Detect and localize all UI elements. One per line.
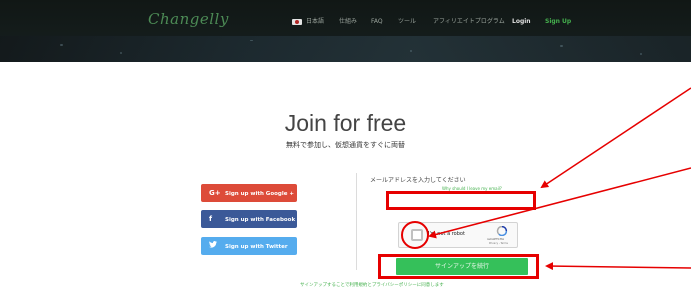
twitter-signup-button[interactable]: Sign up with Twitter [201, 237, 297, 255]
recaptcha-terms[interactable]: Privacy - Terms [489, 242, 508, 245]
header-decoration [410, 50, 412, 52]
header-decoration [560, 45, 563, 47]
annotation-box-email [386, 191, 536, 210]
header-decoration [640, 53, 642, 55]
annotation-arrow-email [540, 87, 691, 189]
terms-text[interactable]: サインアップすることで利用規約とプライバシーポリシーに同意します [300, 282, 444, 288]
site-logo[interactable]: Changelly [148, 10, 229, 28]
annotation-arrow-submit [545, 262, 691, 271]
nav-language-label: 日本語 [306, 18, 325, 25]
google-signup-button[interactable]: G+ Sign up with Google + [201, 184, 297, 202]
page-subtitle: 無料で参加し、仮想通貨をすぐに両替 [286, 141, 405, 149]
signup-submit-button[interactable]: サインアップを続行 [396, 258, 528, 275]
nav-affiliate[interactable]: アフィリエイトプログラム [433, 16, 505, 28]
header-background-band [0, 36, 691, 62]
page-title: Join for free [284, 110, 407, 136]
nav-faq[interactable]: FAQ [371, 16, 383, 28]
header-decoration [250, 40, 253, 41]
recaptcha-logo-icon [496, 226, 508, 236]
japan-flag-icon [292, 18, 302, 25]
nav-signup[interactable]: Sign Up [545, 16, 571, 28]
nav-how-it-works[interactable]: 仕組み [339, 16, 357, 28]
facebook-icon: f [209, 215, 213, 223]
nav-language[interactable]: 日本語 [292, 16, 324, 28]
nav-login[interactable]: Login [512, 16, 531, 28]
facebook-signup-button[interactable]: f Sign up with Facebook [201, 210, 297, 228]
email-label: メールアドレスを入力してください [370, 177, 466, 184]
vertical-divider [356, 173, 357, 270]
facebook-signup-label: Sign up with Facebook [225, 217, 296, 223]
header-decoration [120, 52, 122, 54]
header-decoration [60, 44, 63, 46]
nav-tools[interactable]: ツール [398, 16, 416, 28]
annotation-circle-checkbox [401, 221, 429, 249]
recaptcha-label: I'm not a robot [428, 231, 465, 237]
twitter-signup-label: Sign up with Twitter [225, 244, 288, 250]
google-plus-icon: G+ [209, 189, 221, 197]
google-signup-label: Sign up with Google + [225, 191, 294, 197]
site-header: Changelly 日本語 仕組み FAQ ツール アフィリエイトプログラム L… [0, 0, 691, 62]
twitter-icon [209, 237, 225, 255]
recaptcha-brand: reCAPTCHA [487, 237, 505, 241]
